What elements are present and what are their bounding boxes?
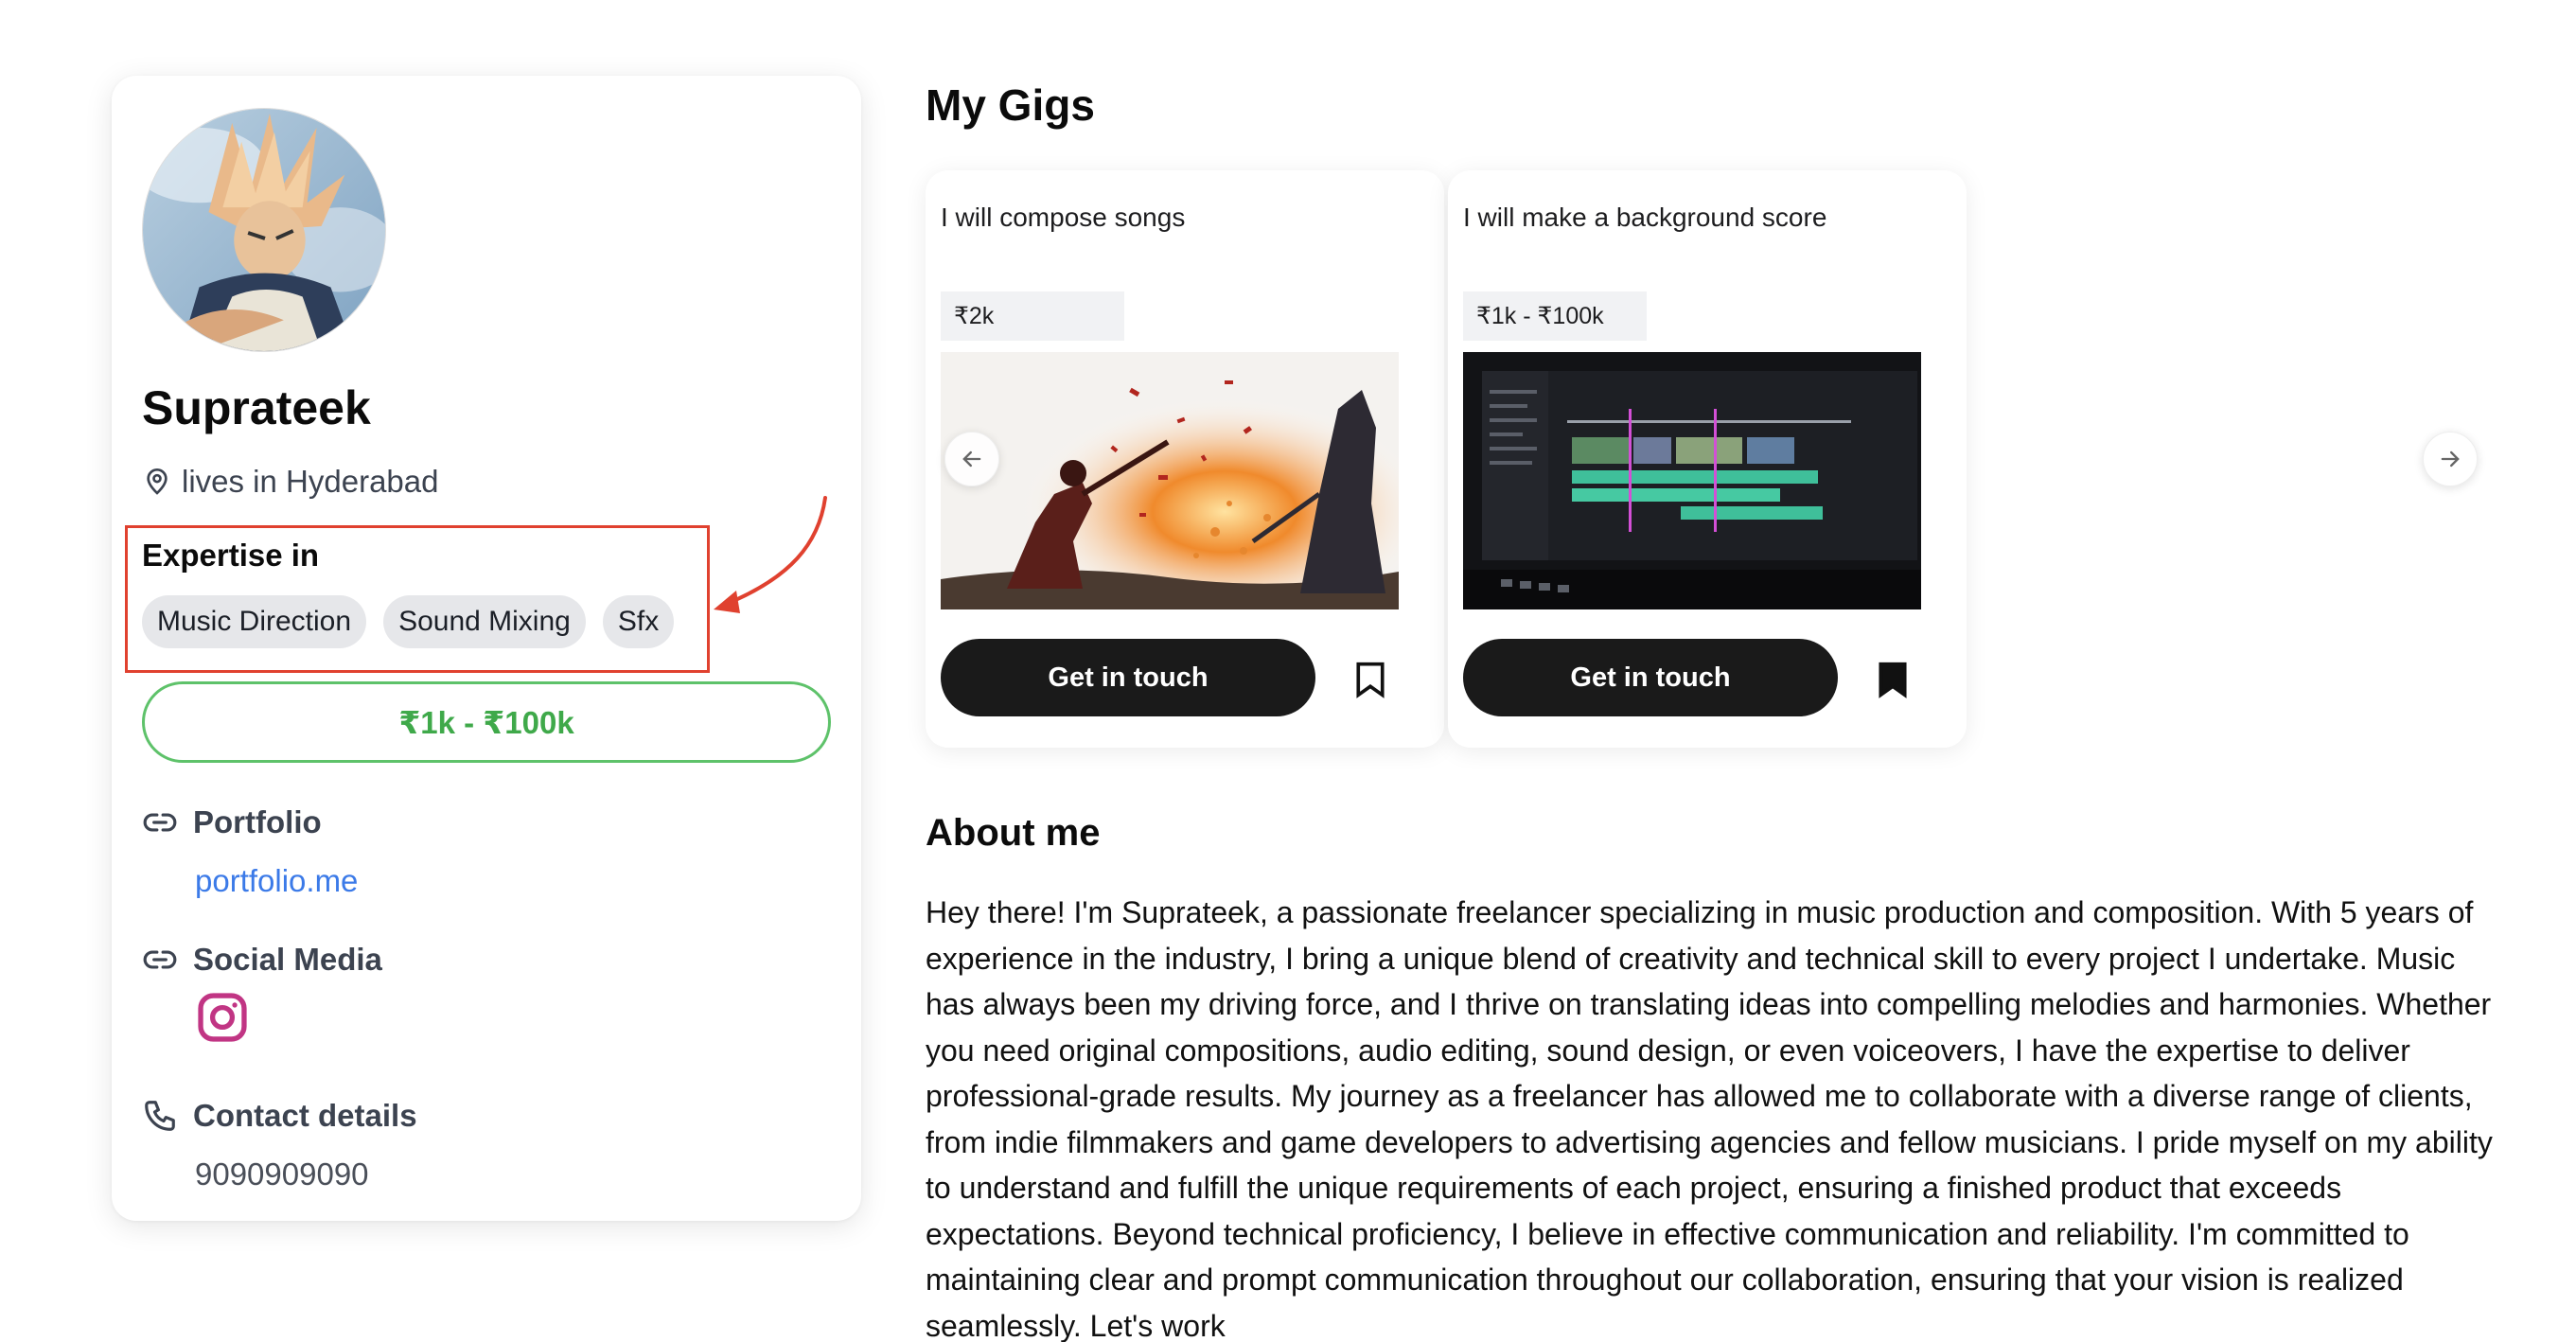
gig-title: I will make a background score xyxy=(1463,203,1827,232)
expertise-title: Expertise in xyxy=(142,538,320,573)
about-me-title: About me xyxy=(926,812,1101,854)
get-in-touch-button[interactable]: Get in touch xyxy=(941,639,1315,716)
social-media-row: Social Media xyxy=(142,942,382,978)
link-icon xyxy=(143,813,177,832)
phone-number: 9090909090 xyxy=(195,1157,369,1192)
annotation-arrow-icon xyxy=(714,496,827,613)
about-me-text: Hey there! I'm Suprateek, a passionate f… xyxy=(926,895,2493,1342)
expertise-chip: Sound Mixing xyxy=(383,595,586,648)
price-range-badge: ₹1k - ₹100k xyxy=(142,681,831,763)
profile-card: Suprateek lives in Hyderabad Expertise i… xyxy=(112,76,861,1221)
portfolio-row: Portfolio xyxy=(142,804,322,840)
my-gigs-title: My Gigs xyxy=(926,80,1095,130)
portfolio-link[interactable]: portfolio.me xyxy=(195,863,358,899)
social-media-label: Social Media xyxy=(193,942,382,977)
video-editor-image xyxy=(1463,352,1921,609)
carousel-prev-button[interactable] xyxy=(944,432,999,486)
expertise-chip: Sfx xyxy=(602,595,675,648)
location: lives in Hyderabad xyxy=(142,464,438,500)
gig-price: ₹2k xyxy=(941,291,1124,341)
expertise-chip: Music Direction xyxy=(142,595,367,648)
contact-row: Contact details xyxy=(142,1098,417,1134)
phone-icon xyxy=(145,1101,175,1131)
expertise-chips: Music Direction Sound Mixing Sfx xyxy=(142,595,675,648)
avatar xyxy=(142,108,386,352)
location-text: lives in Hyderabad xyxy=(182,464,439,499)
gig-image xyxy=(1463,352,1921,609)
silhouette-duel-image xyxy=(941,352,1399,609)
profile-name: Suprateek xyxy=(142,381,371,434)
gig-card: I will make a background score ₹1k - ₹10… xyxy=(1448,170,1967,748)
gig-image xyxy=(941,352,1399,609)
arrow-right-icon xyxy=(2441,450,2460,468)
gig-card: I will compose songs ₹2k Get in touch xyxy=(926,170,1444,748)
gig-title: I will compose songs xyxy=(941,203,1186,232)
carousel-next-button[interactable] xyxy=(2423,432,2478,486)
get-in-touch-button[interactable]: Get in touch xyxy=(1463,639,1838,716)
instagram-icon[interactable] xyxy=(195,990,250,1045)
bookmark-filled-icon[interactable] xyxy=(1876,661,1910,698)
bookmark-outline-icon[interactable] xyxy=(1353,661,1387,698)
link-icon xyxy=(143,950,177,969)
contact-label: Contact details xyxy=(193,1098,417,1133)
arrow-left-icon xyxy=(962,450,981,468)
map-pin-icon xyxy=(147,468,168,495)
avatar-image xyxy=(143,109,385,351)
gig-price: ₹1k - ₹100k xyxy=(1463,291,1647,341)
portfolio-label: Portfolio xyxy=(193,804,322,839)
